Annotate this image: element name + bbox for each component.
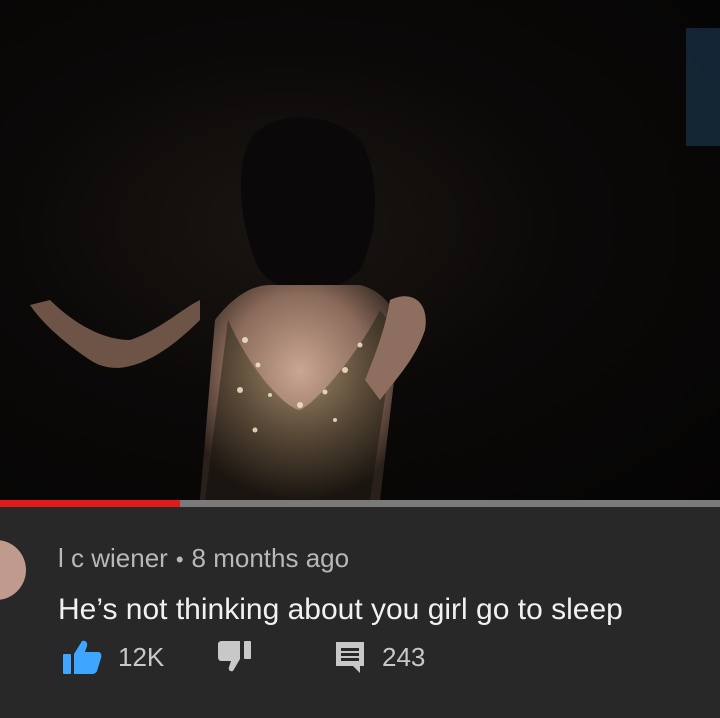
reply-count: 243 (382, 641, 426, 672)
comment-text: He’s not thinking about you girl go to s… (58, 593, 623, 626)
thumbs-up-icon (63, 640, 102, 674)
avatar[interactable] (0, 540, 26, 600)
video-frame[interactable] (0, 0, 720, 500)
comment-timestamp[interactable]: 8 months ago (192, 543, 350, 573)
like-button[interactable]: 12K (62, 637, 164, 677)
video-progress-bar[interactable] (0, 500, 720, 507)
like-count: 12K (118, 641, 165, 672)
comment-meta: l c wiener • 8 months ago (58, 543, 349, 574)
video-progress-fill (0, 500, 180, 507)
dislike-button[interactable] (218, 637, 252, 677)
comment: l c wiener • 8 months ago He’s not thinkin… (0, 507, 720, 718)
meta-separator: • (175, 547, 184, 572)
comment-icon (336, 642, 364, 673)
thumbs-down-icon (218, 641, 251, 672)
comment-author[interactable]: l c wiener (58, 543, 168, 573)
reply-button[interactable]: 243 (334, 637, 425, 677)
video-still-image (30, 28, 720, 500)
